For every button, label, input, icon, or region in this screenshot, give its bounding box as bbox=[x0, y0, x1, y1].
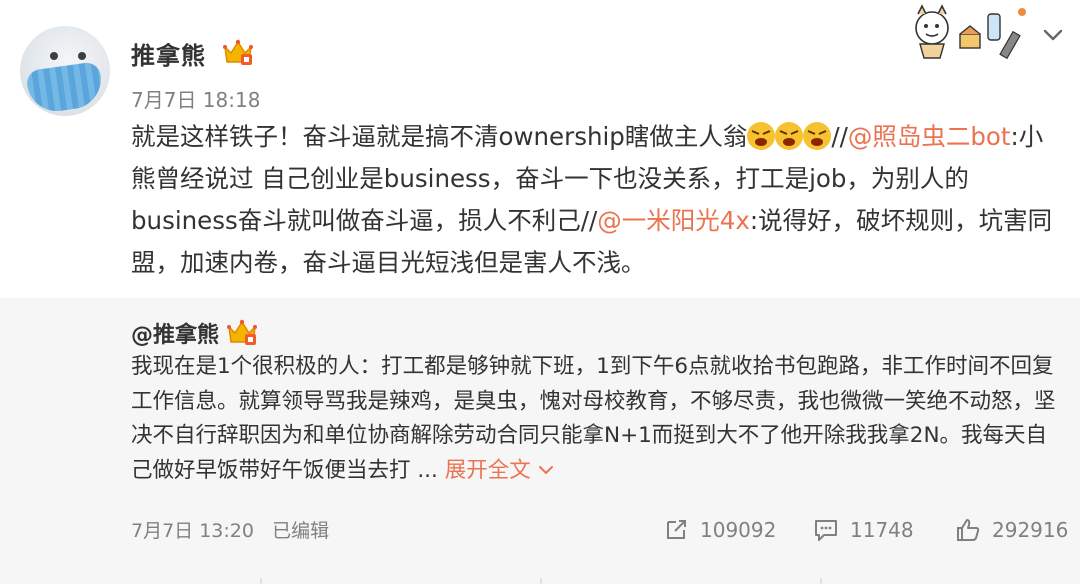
post-text-part1: 就是这样铁子！奋斗逼就是搞不清ownership瞎做主人翁 bbox=[131, 122, 748, 151]
divider bbox=[260, 578, 262, 584]
angry-emoji-icon bbox=[774, 121, 804, 151]
share-button[interactable]: 109092 bbox=[662, 514, 776, 546]
crown-icon[interactable] bbox=[222, 38, 254, 66]
avatar-eye bbox=[78, 52, 86, 60]
chevron-down-icon[interactable] bbox=[1040, 22, 1066, 48]
repost-body: 我现在是1个很积极的人：打工都是够钟就下班，1到下午6点就收拾书包跑路，非工作时… bbox=[131, 354, 1056, 483]
like-button[interactable]: 292916 bbox=[954, 514, 1068, 546]
post-text: 就是这样铁子！奋斗逼就是搞不清ownership瞎做主人翁//@照岛虫二bot:… bbox=[131, 116, 1061, 284]
post-timestamp: 7月7日 18:18 bbox=[131, 88, 261, 112]
avatar-mask bbox=[25, 61, 105, 115]
angry-emoji-icon bbox=[746, 121, 776, 151]
sticker-decoration-icon bbox=[915, 4, 1026, 60]
like-count: 292916 bbox=[992, 518, 1069, 542]
share-icon bbox=[667, 520, 686, 539]
avatar-eye bbox=[50, 52, 58, 60]
like-icon bbox=[957, 519, 980, 541]
divider bbox=[540, 578, 542, 584]
expand-label[interactable]: 展开全文 bbox=[445, 458, 531, 483]
repost-text: 我现在是1个很积极的人：打工都是够钟就下班，1到下午6点就收拾书包跑路，非工作时… bbox=[131, 350, 1061, 488]
repost-meta: 7月7日 13:20 已编辑 bbox=[131, 516, 329, 543]
repost-username[interactable]: @推拿熊 bbox=[131, 317, 219, 349]
angry-emoji-icon bbox=[802, 121, 832, 151]
comment-count: 11748 bbox=[850, 518, 914, 542]
mention-link[interactable]: @一米阳光4x bbox=[597, 206, 750, 235]
avatar[interactable] bbox=[20, 26, 110, 116]
edited-label[interactable]: 已编辑 bbox=[272, 520, 329, 542]
expand-button[interactable]: 展开全文 bbox=[445, 458, 554, 483]
post-text-sep: // bbox=[831, 122, 848, 151]
crown-icon[interactable] bbox=[226, 318, 258, 346]
repost-timestamp: 7月7日 13:20 bbox=[131, 520, 254, 542]
chevron-down-icon[interactable] bbox=[538, 464, 554, 476]
mention-link[interactable]: @照岛虫二bot bbox=[848, 122, 1011, 151]
comment-button[interactable]: 11748 bbox=[812, 514, 914, 546]
share-count: 109092 bbox=[700, 518, 777, 542]
comment-icon bbox=[815, 520, 837, 541]
divider bbox=[820, 578, 822, 584]
post-username[interactable]: 推拿熊 bbox=[131, 36, 206, 71]
